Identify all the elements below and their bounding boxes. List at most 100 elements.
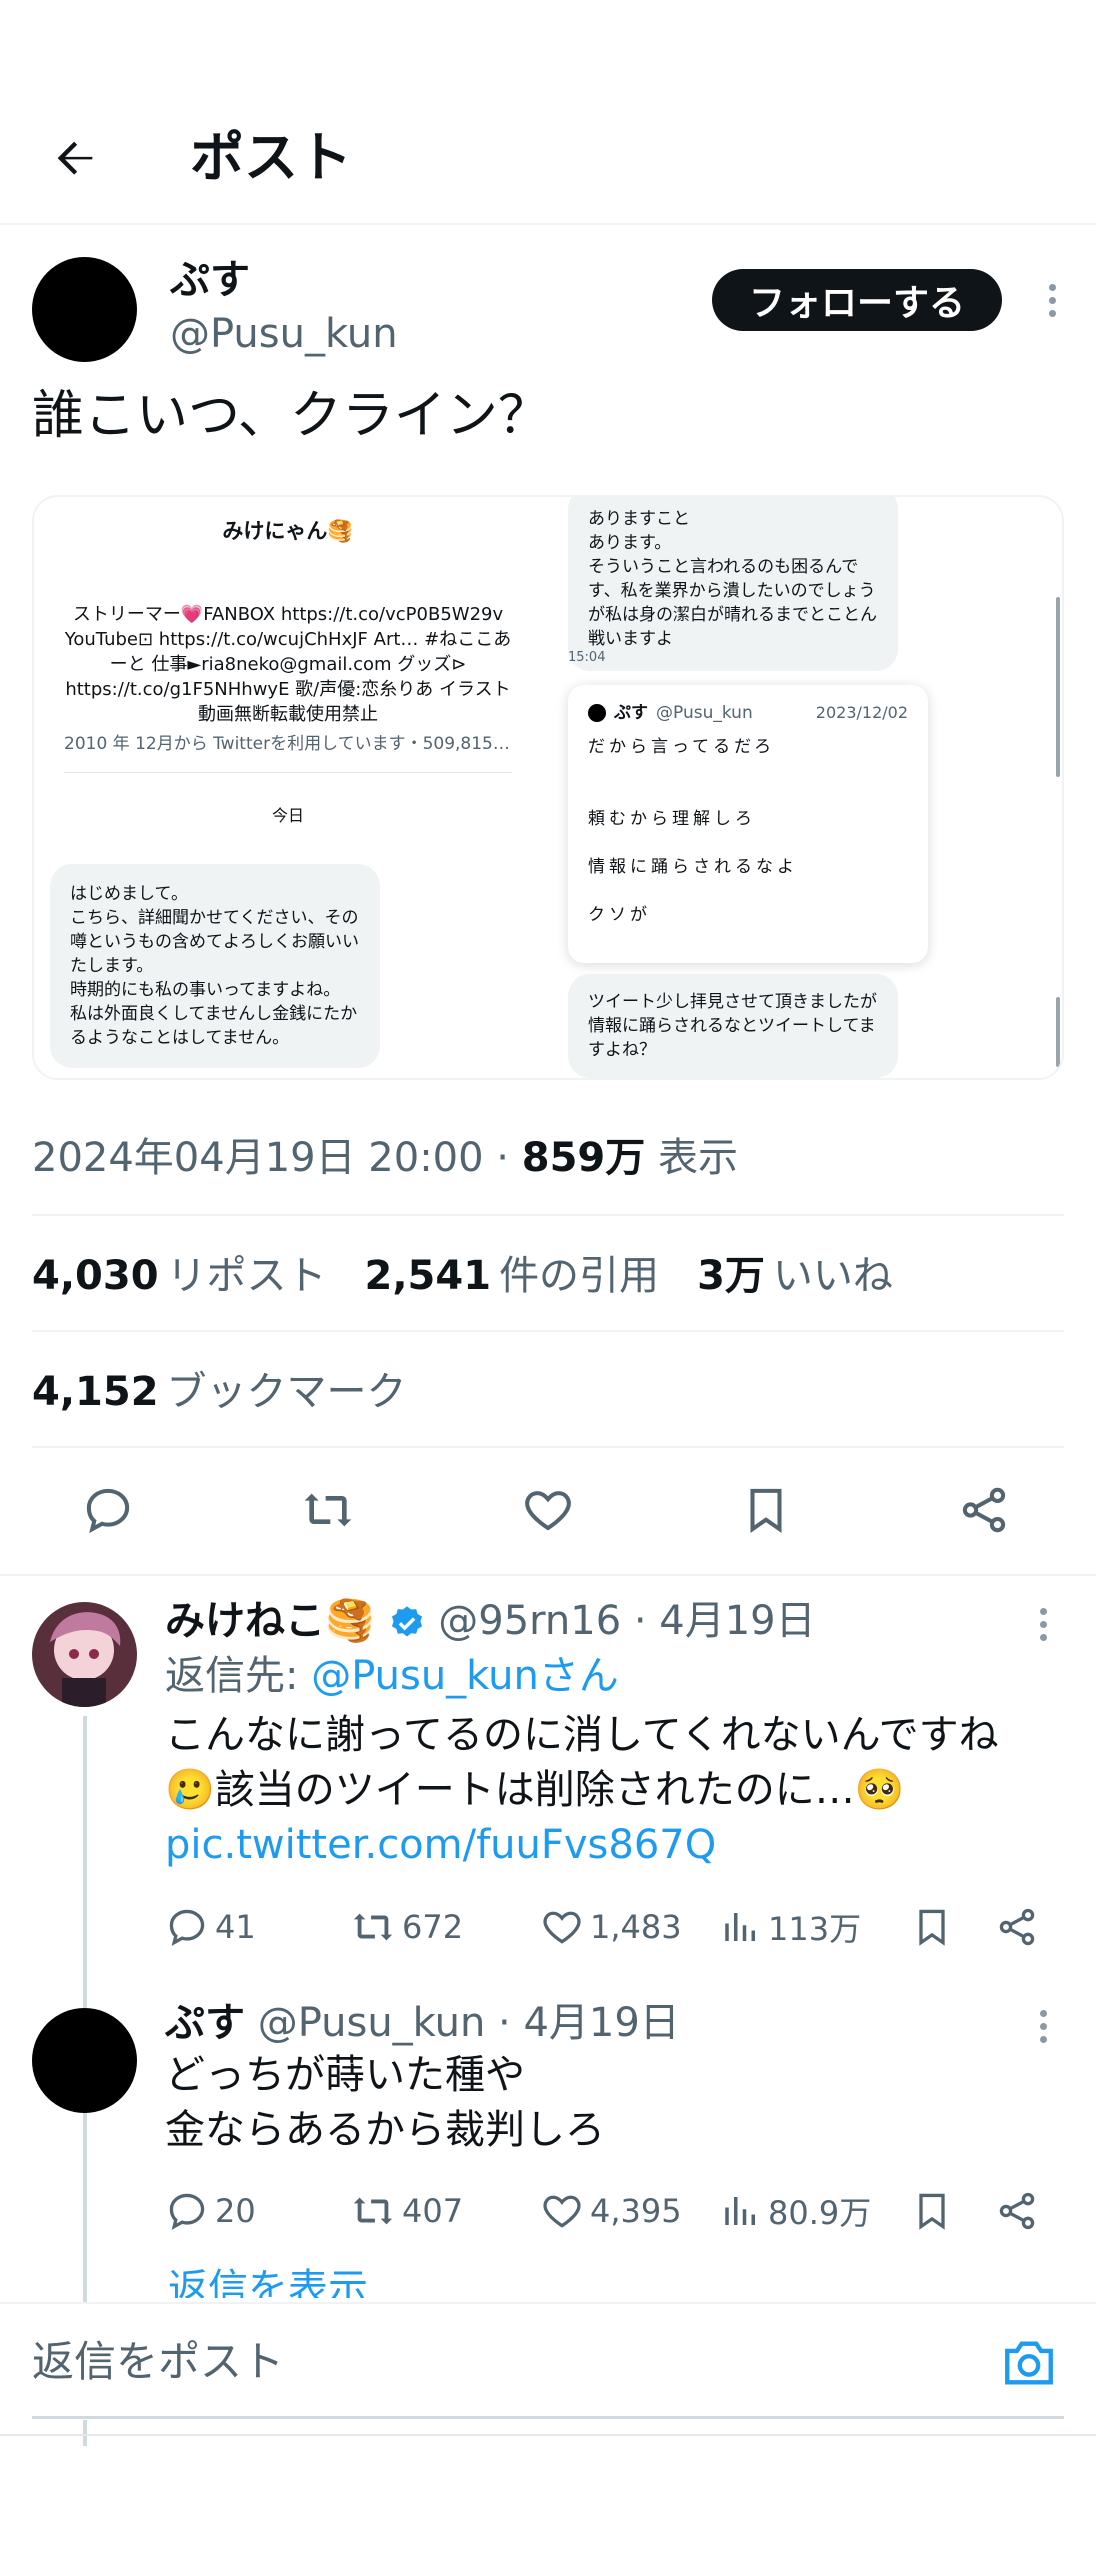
camera-icon — [1005, 2341, 1053, 2385]
views-count: 859万 — [521, 1135, 646, 1181]
composer-underline — [32, 2416, 1064, 2419]
reply-button[interactable] — [68, 1470, 148, 1550]
repost-button[interactable]: 407 — [350, 2186, 463, 2236]
more-options-icon[interactable] — [1028, 2006, 1058, 2046]
divider — [64, 772, 512, 773]
post-author: ぷす @Pusu_kun フォローする — [32, 255, 1072, 365]
card-handle: @Pusu_kun — [656, 703, 753, 723]
divider — [32, 1446, 1064, 1448]
scrollbar — [1056, 597, 1060, 777]
repost-button[interactable] — [288, 1470, 368, 1550]
bookmark-icon — [919, 2193, 945, 2230]
media-message-time: 15:04 — [568, 650, 606, 665]
views-button[interactable]: 113万 — [720, 1902, 861, 1952]
media-link[interactable]: pic.twitter.com/fuuFvs867Q — [165, 1818, 1065, 1873]
reply-button[interactable]: 41 — [165, 1902, 256, 1952]
avatar[interactable] — [32, 257, 137, 362]
reply-button[interactable]: 20 — [165, 2186, 256, 2236]
repost-icon — [353, 2197, 393, 2225]
card-line: だから言ってるだろ — [588, 737, 776, 757]
bookmark-button[interactable] — [726, 1470, 806, 1550]
like-button[interactable] — [508, 1470, 588, 1550]
post-timestamp: 2024年04月19日 20:00 · — [32, 1135, 522, 1181]
reply-tweet[interactable]: みけねこ🥞 @95rn16 · 4月19日 返信先: @Pusu_kunさん こ… — [0, 1596, 1096, 2446]
heart-icon — [543, 1911, 581, 1944]
heart-icon — [543, 2195, 581, 2228]
reply-author-name[interactable]: ぷす — [165, 2000, 245, 2046]
verified-badge-icon — [391, 1606, 422, 1637]
reply-icon — [86, 1488, 130, 1534]
media-message-bubble: ツイート少し拝見させて頂きましたが情報に踊らされるなとツイートしてますよね？ — [568, 974, 898, 1078]
repost-icon — [304, 1493, 352, 1527]
author-handle[interactable]: @Pusu_kun — [170, 309, 398, 359]
share-button[interactable] — [995, 2186, 1039, 2236]
reply-actions: 20 407 4,395 80.9万 — [165, 2186, 1065, 2236]
avatar[interactable] — [32, 1602, 137, 1707]
media-profile-name: みけにゃん🥞 — [222, 519, 354, 543]
reply-input[interactable]: 返信をポスト — [32, 2334, 284, 2390]
card-line: クソが — [588, 905, 651, 925]
reply-icon — [169, 1909, 205, 1946]
reply-text: どっちが蒔いた種や 金ならあるから裁判しろ — [165, 2052, 605, 2153]
page-title: ポスト — [190, 126, 352, 189]
media-quoted-card: ぷす @Pusu_kun 2023/12/02 だから言ってるだろ 頼むから理解… — [568, 685, 928, 963]
scrollbar — [1056, 997, 1060, 1067]
arrow-left-icon — [57, 141, 93, 175]
media-today-label: 今日 — [271, 806, 304, 825]
post-text: 誰こいつ、クライン？ — [32, 386, 550, 446]
post-actions — [0, 1470, 1096, 1550]
reply-actions: 41 672 1,483 113万 — [165, 1902, 1065, 1952]
more-options-icon[interactable] — [1028, 1604, 1058, 1644]
post-media[interactable]: みけにゃん🥞 ストリーマー💗FANBOX https://t.co/vcP0B5… — [32, 495, 1064, 1080]
more-options-icon[interactable] — [1032, 275, 1072, 325]
views-button[interactable]: 80.9万 — [720, 2186, 871, 2236]
quotes-stat[interactable]: 2,541 件の引用 — [365, 1248, 660, 1304]
media-image-left[interactable]: みけにゃん🥞 ストリーマー💗FANBOX https://t.co/vcP0B5… — [34, 497, 542, 1078]
card-name: ぷす — [614, 703, 648, 723]
author-name[interactable]: ぷす — [170, 255, 250, 305]
repost-button[interactable]: 672 — [350, 1902, 463, 1952]
reply-handle-date: @Pusu_kun · 4月19日 — [245, 2000, 680, 2046]
media-image-right[interactable]: ありますこと あります。 そういうこと言われるのも困るんです、私を業界から潰した… — [554, 497, 1062, 1078]
divider — [0, 1574, 1096, 1576]
views-label: 表示 — [645, 1135, 738, 1181]
show-replies-link[interactable]: 返信を表示 — [168, 2264, 368, 2298]
reply-tweet[interactable]: ぷす @Pusu_kun · 4月19日 どっちが蒔いた種や 金ならあるから裁判… — [0, 1998, 1096, 2258]
reply-text: こんなに謝ってるのに消してくれないんですね 🥲該当のツイートは削除されたのに…🥺… — [165, 1708, 1065, 1873]
bookmarks-stat[interactable]: 4,152 ブックマーク — [32, 1364, 407, 1420]
bookmark-icon — [750, 1488, 782, 1534]
share-button[interactable] — [995, 1902, 1039, 1952]
share-button[interactable] — [944, 1470, 1024, 1550]
reply-to-line: 返信先: @Pusu_kunさん — [165, 1653, 619, 1699]
repost-icon — [353, 1913, 393, 1941]
avatar[interactable] — [32, 2008, 137, 2113]
divider — [32, 1330, 1064, 1332]
reposts-stat[interactable]: 4,030 リポスト — [32, 1248, 327, 1304]
avatar — [588, 704, 606, 722]
divider — [0, 2434, 1096, 2436]
follow-button[interactable]: フォローする — [712, 269, 1002, 331]
reply-icon — [169, 2193, 205, 2230]
analytics-icon — [725, 1913, 755, 1941]
likes-stat[interactable]: 3万 いいね — [697, 1248, 893, 1304]
like-button[interactable]: 1,483 — [540, 1902, 682, 1952]
reply-header: ぷす @Pusu_kun · 4月19日 — [165, 1998, 680, 2048]
post-stats: 4,030 リポスト 2,541 件の引用 3万 いいね — [32, 1248, 893, 1304]
share-icon — [962, 1487, 1006, 1533]
reply-to-user-link[interactable]: @Pusu_kunさん — [311, 1653, 619, 1699]
media-profile-bio: ストリーマー💗FANBOX https://t.co/vcP0B5W29v Yo… — [64, 604, 512, 725]
card-date: 2023/12/02 — [815, 703, 908, 722]
card-line: 頼むから理解しろ — [588, 809, 756, 829]
like-button[interactable]: 4,395 — [540, 2186, 682, 2236]
bookmark-icon — [919, 1909, 945, 1946]
back-button[interactable] — [40, 124, 110, 194]
divider — [32, 1214, 1064, 1216]
bookmark-button[interactable] — [910, 1902, 954, 1952]
media-message-bubble: ありますこと あります。 そういうこと言われるのも困るんです、私を業界から潰した… — [568, 497, 898, 671]
bookmark-button[interactable] — [910, 2186, 954, 2236]
camera-button[interactable] — [1000, 2338, 1060, 2388]
post-meta: 2024年04月19日 20:00 · 859万 表示 — [32, 1130, 738, 1186]
reply-author-name[interactable]: みけねこ🥞 — [165, 1598, 375, 1644]
card-line: 情報に踊らされるなよ — [588, 857, 798, 877]
share-icon — [999, 2192, 1035, 2230]
